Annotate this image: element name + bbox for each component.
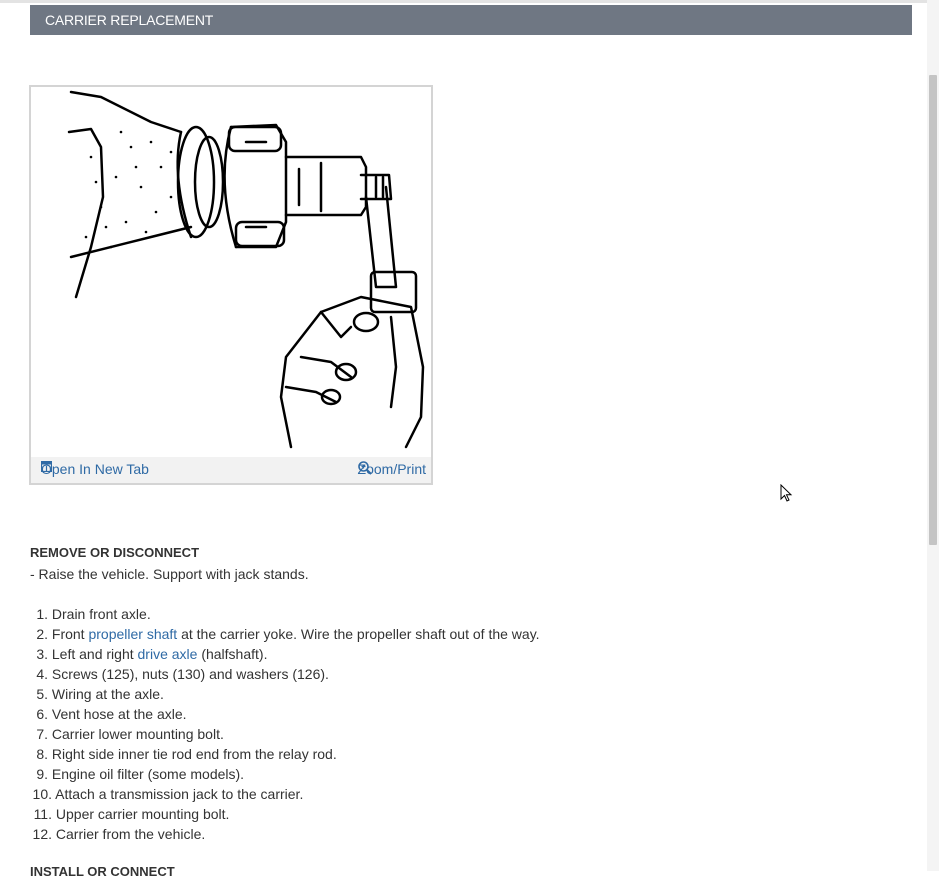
list-item: 7. Carrier lower mounting bolt. [36,726,224,742]
drive-axle-link[interactable]: drive axle [138,646,198,662]
carrier-illustration[interactable] [31,87,431,457]
section-title: CARRIER REPLACEMENT [45,12,214,28]
prep-step: - Raise the vehicle. Support with jack s… [30,566,309,582]
open-new-tab-label: Open In New Tab [41,461,149,477]
remove-steps-list: 1. Drain front axle. 2. Front propeller … [30,606,540,846]
list-item: 9. Engine oil filter (some models). [36,766,245,782]
zoom-icon [357,461,372,475]
install-heading: INSTALL OR CONNECT [30,864,175,879]
section-header: CARRIER REPLACEMENT [30,5,912,35]
vertical-scrollbar[interactable] [927,0,939,871]
list-item: 2. Front propeller shaft at the carrier … [36,626,540,642]
mouse-pointer-icon [780,484,793,502]
list-item: 10. Attach a transmission jack to the ca… [32,786,304,802]
top-border [0,0,927,3]
list-item: 4. Screws (125), nuts (130) and washers … [36,666,329,682]
remove-heading: REMOVE OR DISCONNECT [30,545,200,560]
zoom-print-link[interactable]: Zoom/Print [358,461,426,477]
list-item: 3. Left and right drive axle (halfshaft)… [36,646,268,662]
figure-panel: Open In New Tab Zoom/Print [29,85,433,485]
list-item: 1. Drain front axle. [36,606,151,622]
open-new-tab-icon [41,461,52,472]
scrollbar-thumb[interactable] [929,75,937,545]
propeller-shaft-link[interactable]: propeller shaft [88,626,177,642]
figure-toolbar: Open In New Tab Zoom/Print [31,457,431,483]
list-item: 5. Wiring at the axle. [36,686,164,702]
list-item: 11. Upper carrier mounting bolt. [33,806,230,822]
list-item: 6. Vent hose at the axle. [36,706,187,722]
list-item: 8. Right side inner tie rod end from the… [36,746,337,762]
list-item: 12. Carrier from the vehicle. [32,826,206,842]
open-new-tab-link[interactable]: Open In New Tab [41,461,149,477]
